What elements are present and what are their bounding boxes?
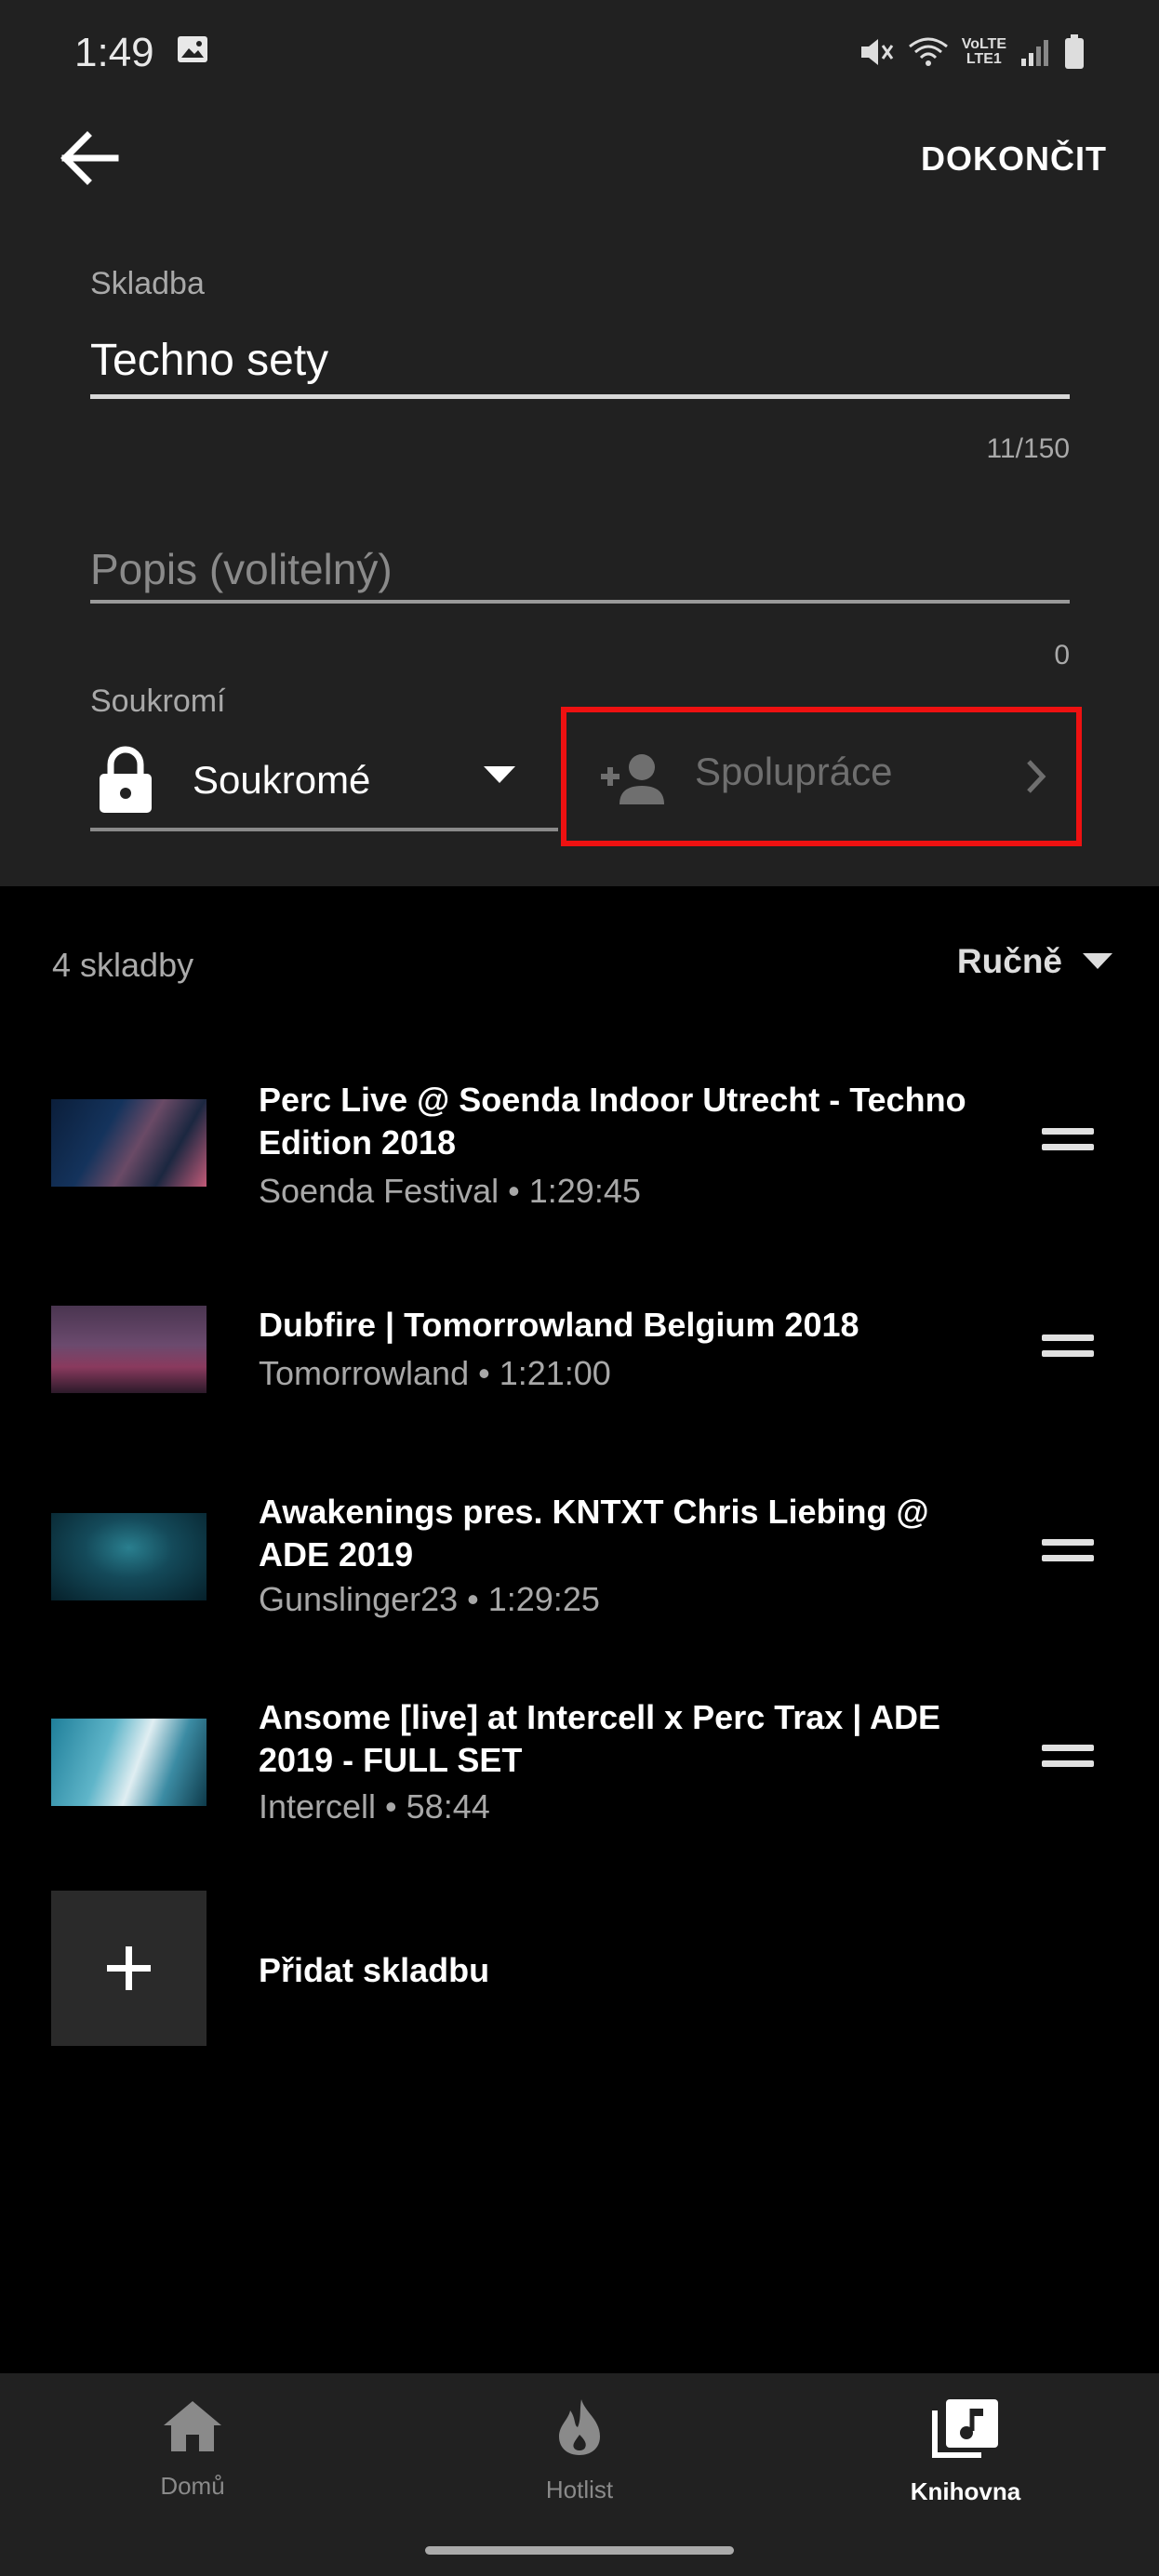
track-thumbnail [51, 1099, 206, 1187]
title-field-label: Skladba [90, 266, 205, 301]
nav-label: Knihovna [910, 2477, 1021, 2505]
description-input[interactable]: Popis (volitelný) [90, 544, 393, 594]
track-subtitle: Soenda Festival • 1:29:45 [259, 1172, 641, 1210]
track-title: Perc Live @ Soenda Indoor Utrecht - Tech… [259, 1081, 966, 1162]
lock-icon [96, 744, 155, 815]
track-subtitle: Intercell • 58:44 [259, 1787, 490, 1826]
nav-label: Domů [160, 2472, 225, 2500]
description-char-counter: 0 [1054, 640, 1070, 671]
title-input[interactable]: Techno sety [90, 335, 328, 386]
track-count: 4 skladby [52, 946, 194, 984]
flame-icon [559, 2399, 600, 2455]
finish-button[interactable]: DOKONČIT [921, 139, 1107, 179]
privacy-select-value[interactable]: Soukromé [193, 758, 370, 803]
track-subtitle: Tomorrowland • 1:21:00 [259, 1354, 611, 1392]
signal-icon [1021, 40, 1048, 66]
add-track-button[interactable] [51, 1891, 206, 2046]
drag-handle-icon[interactable] [1042, 1539, 1094, 1563]
description-input-underline [90, 600, 1070, 604]
drag-handle-icon[interactable] [1042, 1128, 1094, 1152]
arrow-back-icon[interactable] [58, 130, 123, 186]
gesture-home-bar[interactable] [425, 2546, 734, 2555]
plus-icon [107, 1946, 151, 1990]
track-thumbnail [51, 1306, 206, 1393]
track-row[interactable]: Dubfire | Tomorrowland Belgium 2018 Tomo… [0, 1283, 1159, 1451]
nav-item-home[interactable]: Domů [100, 2397, 286, 2501]
mute-icon [860, 39, 893, 65]
battery-icon [1065, 34, 1084, 69]
nav-label: Hotlist [545, 2476, 614, 2503]
sort-label: Ručně [956, 942, 1062, 980]
sort-button[interactable]: Ručně [957, 942, 1112, 981]
library-icon [932, 2399, 998, 2458]
add-track-label[interactable]: Přidat skladbu [259, 1951, 489, 1990]
dropdown-arrow-icon[interactable] [484, 766, 515, 785]
track-title: Ansome [live] at Intercell x Perc Trax |… [259, 1698, 941, 1779]
gallery-icon [177, 35, 208, 63]
track-row[interactable]: Ansome [live] at Intercell x Perc Trax |… [0, 1691, 1159, 1858]
drag-handle-icon[interactable] [1042, 1334, 1094, 1359]
track-thumbnail [51, 1513, 206, 1600]
status-time: 1:49 [74, 30, 154, 75]
highlight-box [561, 707, 1082, 846]
track-row[interactable]: Awakenings pres. KNTXT Chris Liebing @ A… [0, 1483, 1159, 1651]
network-type: VoLTE LTE1 [961, 36, 1006, 67]
nav-item-library[interactable]: Knihovna [873, 2397, 1059, 2506]
track-title: Awakenings pres. KNTXT Chris Liebing @ A… [259, 1493, 929, 1573]
nav-item-hotlist[interactable]: Hotlist [486, 2397, 673, 2504]
home-icon [164, 2401, 221, 2451]
track-thumbnail [51, 1719, 206, 1806]
drag-handle-icon[interactable] [1042, 1745, 1094, 1769]
privacy-select-underline [90, 828, 558, 831]
title-char-counter: 11/150 [986, 433, 1070, 464]
track-title: Dubfire | Tomorrowland Belgium 2018 [259, 1306, 859, 1344]
track-subtitle: Gunslinger23 • 1:29:25 [259, 1580, 600, 1618]
title-input-underline [90, 394, 1070, 399]
privacy-label: Soukromí [90, 684, 226, 719]
track-row[interactable]: Perc Live @ Soenda Indoor Utrecht - Tech… [0, 1068, 1159, 1235]
status-icons: VoLTE LTE1 [858, 32, 1085, 73]
wifi-icon [908, 37, 948, 66]
dropdown-arrow-icon [1083, 953, 1112, 969]
